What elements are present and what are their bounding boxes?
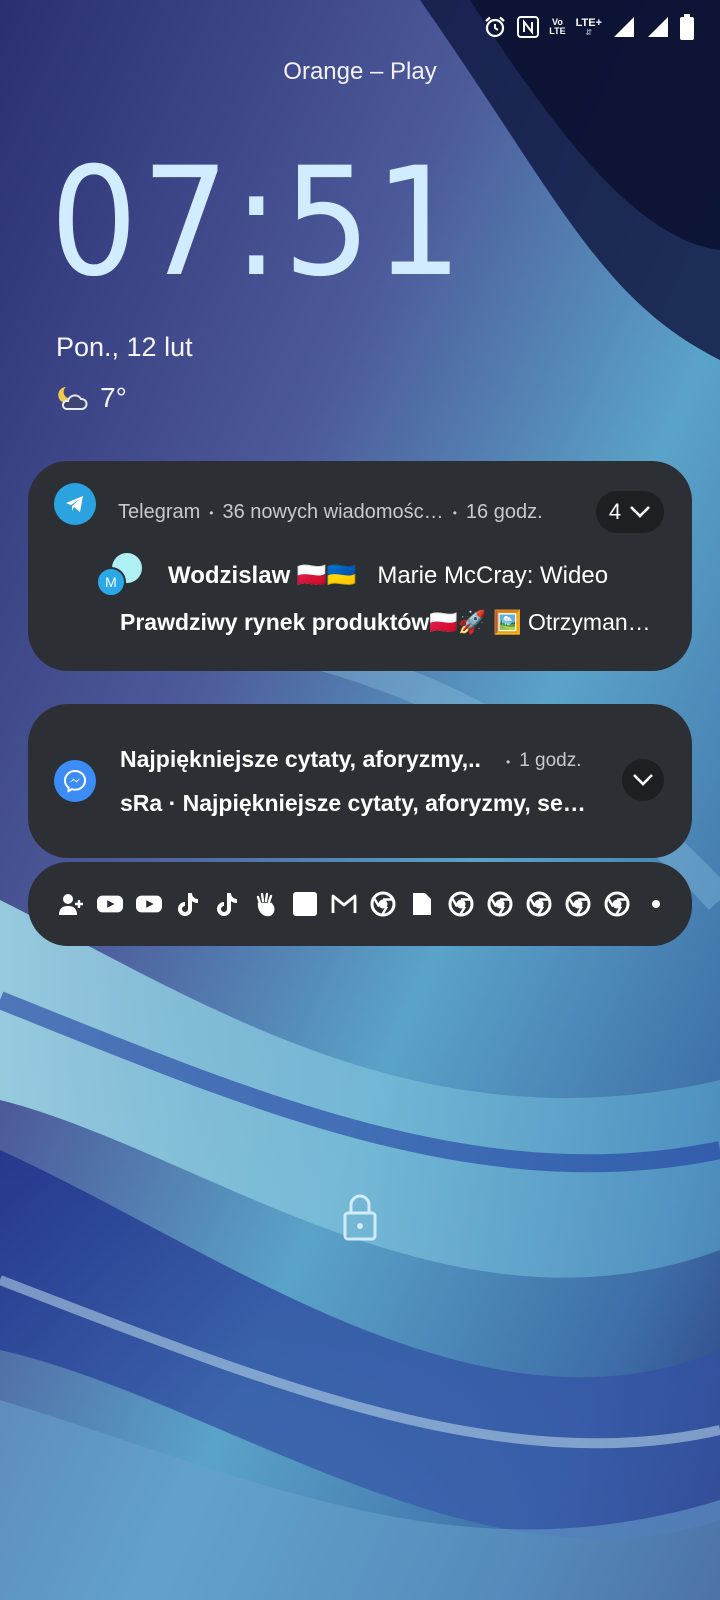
chrome-icon bbox=[370, 891, 396, 917]
alarm-icon bbox=[485, 16, 505, 38]
chrome-icon bbox=[526, 891, 552, 917]
messenger-title: Najpiękniejsze cytaty, aforyzmy,.. bbox=[120, 746, 481, 772]
telegram-message-line-2: Prawdziwy rynek produktów🇵🇱🚀 🖼️ Otrzyman… bbox=[120, 609, 690, 636]
chevron-down-icon bbox=[630, 506, 651, 518]
telegram-count: 4 bbox=[608, 499, 622, 524]
chrome-icon bbox=[448, 891, 474, 917]
messenger-time: 1 godz. bbox=[519, 750, 582, 771]
separator-dot: • bbox=[452, 505, 457, 520]
telegram-channel-message: 🖼️ Otrzyman… bbox=[486, 609, 651, 635]
telegram-channel: Prawdziwy rynek produktów🇵🇱🚀 bbox=[120, 609, 487, 635]
messenger-time-row: • 1 godz. bbox=[506, 750, 582, 772]
telegram-sender: Wodzislaw 🇵🇱🇺🇦 bbox=[168, 562, 357, 589]
blank-square-icon bbox=[292, 891, 318, 917]
signal-icon-2 bbox=[648, 17, 668, 37]
gmail-icon bbox=[331, 891, 357, 917]
status-bar: Vo LTE LTE+ ⇵ bbox=[483, 12, 694, 42]
volte-icon: Vo LTE bbox=[549, 18, 565, 36]
chrome-icon bbox=[604, 891, 630, 917]
more-dot-icon bbox=[643, 891, 669, 917]
signal-icon bbox=[614, 17, 634, 37]
nfc-icon bbox=[517, 16, 540, 38]
youtube-icon bbox=[97, 891, 123, 917]
carrier-name: Orange – Play bbox=[283, 58, 437, 85]
messenger-expand-button[interactable] bbox=[622, 759, 664, 801]
telegram-app-icon bbox=[54, 483, 96, 525]
collapsed-notifications[interactable] bbox=[28, 862, 692, 946]
chrome-icon bbox=[487, 891, 513, 917]
chrome-icon bbox=[565, 891, 591, 917]
data-arrows: ⇵ bbox=[585, 27, 593, 37]
telegram-app-name: Telegram bbox=[118, 501, 201, 523]
telegram-header: Telegram • 36 nowych wiadomośc… • 16 god… bbox=[118, 501, 543, 524]
hand-icon bbox=[253, 891, 279, 917]
messenger-icon bbox=[63, 769, 87, 793]
volte-bottom-label: LTE bbox=[549, 26, 566, 36]
lte-plus-icon: LTE+ ⇵ bbox=[575, 16, 602, 37]
lte-plus-label: LTE+ bbox=[575, 16, 602, 29]
weather-widget[interactable]: 7° bbox=[56, 382, 127, 414]
telegram-icon bbox=[66, 496, 83, 512]
battery-icon bbox=[680, 14, 694, 40]
separator-dot: • bbox=[209, 505, 214, 520]
file-icon bbox=[409, 891, 435, 917]
add-contact-icon bbox=[58, 891, 84, 917]
telegram-time: 16 godz. bbox=[465, 501, 543, 523]
separator-dot: • bbox=[506, 755, 511, 769]
telegram-notification[interactable]: Telegram • 36 nowych wiadomośc… • 16 god… bbox=[28, 461, 692, 671]
weather-temperature: 7° bbox=[100, 382, 127, 413]
messenger-app-icon bbox=[54, 760, 96, 802]
tiktok-icon bbox=[175, 891, 201, 917]
telegram-message: Marie McCray: Wideo bbox=[377, 562, 609, 589]
sender-avatars: M bbox=[96, 553, 156, 601]
tiktok-icon bbox=[214, 891, 240, 917]
chevron-down-icon bbox=[633, 774, 653, 786]
telegram-message-line: Wodzislaw 🇵🇱🇺🇦 Marie McCray: Wideo bbox=[168, 561, 608, 590]
sender-avatar: M bbox=[96, 567, 126, 597]
lock-icon[interactable] bbox=[342, 1193, 378, 1241]
youtube-icon bbox=[136, 891, 162, 917]
lockscreen-date: Pon., 12 lut bbox=[56, 332, 193, 362]
messenger-body: sRa · Najpiękniejsze cytaty, aforyzmy, s… bbox=[120, 790, 586, 816]
telegram-summary: 36 nowych wiadomośc… bbox=[222, 501, 444, 523]
partly-cloudy-night-icon bbox=[58, 387, 88, 410]
lockscreen-clock: 07:51 bbox=[50, 136, 467, 310]
telegram-expand-button[interactable]: 4 bbox=[596, 491, 664, 533]
messenger-notification[interactable]: Najpiękniejsze cytaty, aforyzmy,.. • 1 go… bbox=[28, 704, 692, 858]
